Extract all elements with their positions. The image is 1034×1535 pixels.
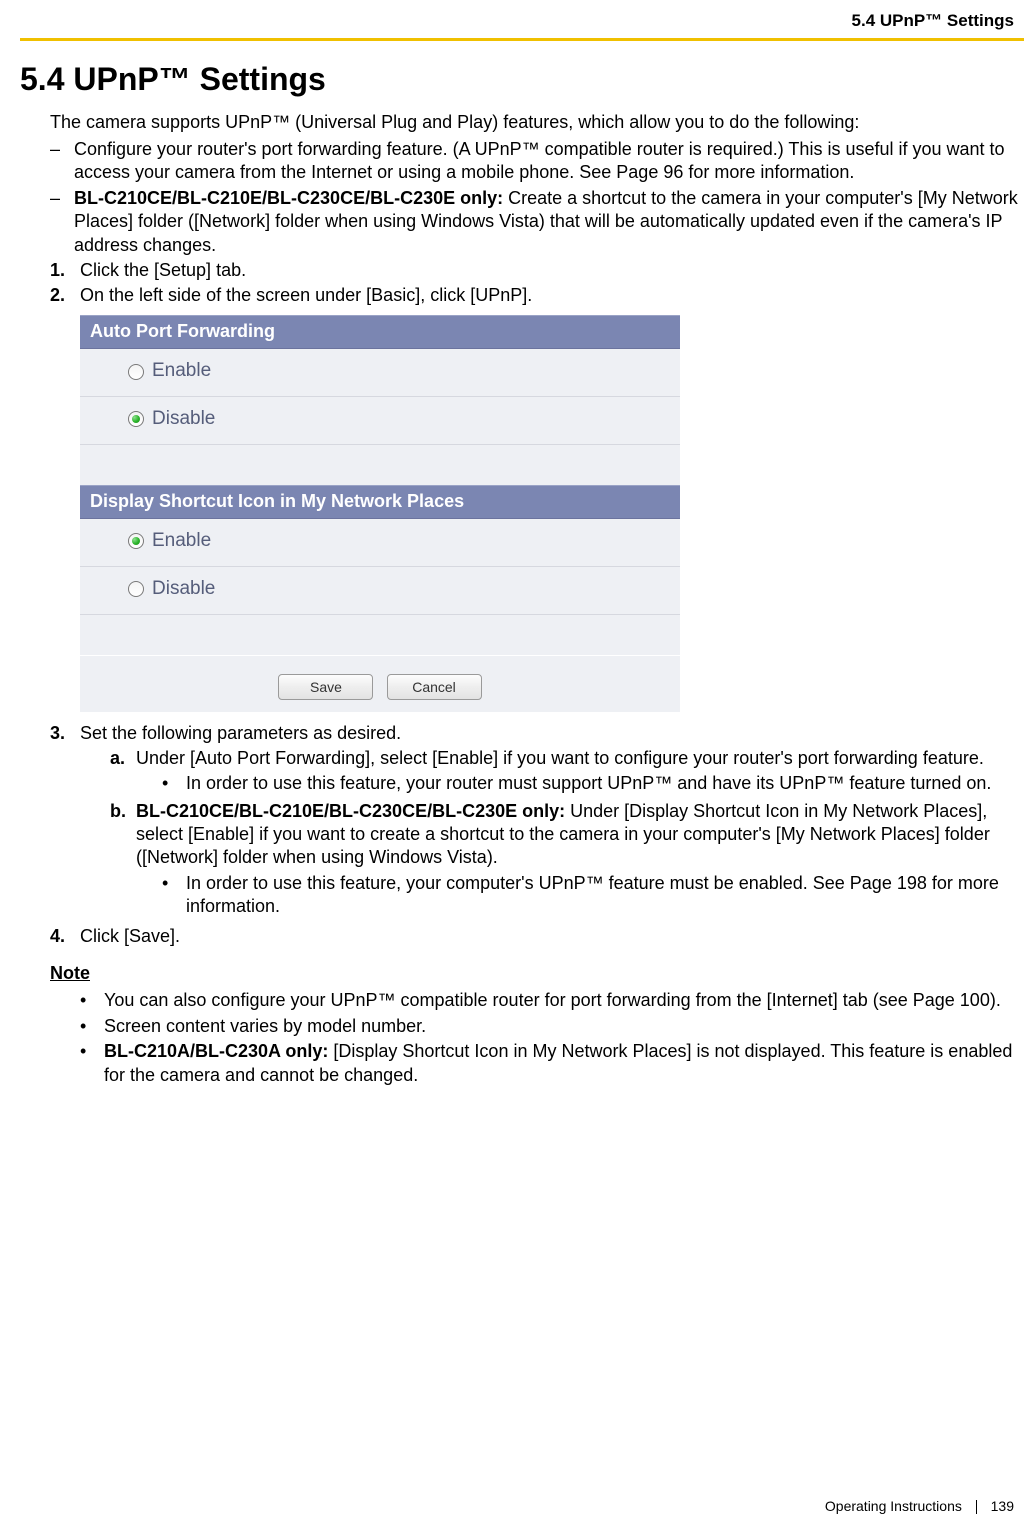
note-item-bold: BL-C210A/BL-C230A only: xyxy=(104,1041,328,1061)
cancel-button[interactable]: Cancel xyxy=(387,674,482,700)
dash-marker: – xyxy=(50,138,74,161)
bullet-marker: • xyxy=(162,872,186,895)
radio-label: Enable xyxy=(152,359,211,384)
display-shortcut-disable-radio[interactable]: Disable xyxy=(128,577,215,602)
substep-text: BL-C210CE/BL-C210E/BL-C230CE/BL-C230E on… xyxy=(136,801,990,868)
footer-page-number: 139 xyxy=(991,1498,1014,1514)
header-section-label: 5.4 UPnP™ Settings xyxy=(20,10,1024,32)
step-marker: 1. xyxy=(50,259,80,282)
header-rule xyxy=(20,38,1024,41)
substep-b-body: BL-C210CE/BL-C210E/BL-C230CE/BL-C230E on… xyxy=(136,800,1024,921)
auto-port-forwarding-disable-radio[interactable]: Disable xyxy=(128,407,215,432)
step-marker: 3. xyxy=(50,722,80,745)
upnp-settings-panel: Auto Port Forwarding Enable Disable Disp xyxy=(80,314,680,712)
substep-b: b. BL-C210CE/BL-C210E/BL-C230CE/BL-C230E… xyxy=(110,800,1024,921)
substep-text: Under [Auto Port Forwarding], select [En… xyxy=(136,748,984,768)
panel-spacer xyxy=(80,615,680,655)
display-shortcut-enable-radio[interactable]: Enable xyxy=(128,529,211,554)
step-2: 2. On the left side of the screen under … xyxy=(50,284,1024,307)
page-footer: Operating Instructions 139 xyxy=(825,1497,1014,1515)
radio-icon xyxy=(128,364,144,380)
panel-header-auto-port-forwarding: Auto Port Forwarding xyxy=(80,315,680,349)
note-heading: Note xyxy=(50,962,1024,985)
radio-label: Enable xyxy=(152,529,211,554)
sub-bullet-list: • In order to use this feature, your rou… xyxy=(162,772,1024,795)
radio-icon xyxy=(128,581,144,597)
panel-body-2: Enable Disable xyxy=(80,519,680,654)
feature-item: – BL-C210CE/BL-C210E/BL-C230CE/BL-C230E … xyxy=(50,187,1024,257)
step-text: Click the [Setup] tab. xyxy=(80,259,246,282)
steps-list-continued: 3. Set the following parameters as desir… xyxy=(50,722,1024,949)
substeps-list: a. Under [Auto Port Forwarding], select … xyxy=(110,747,1024,921)
note-item: • You can also configure your UPnP™ comp… xyxy=(80,989,1024,1012)
note-item: • BL-C210A/BL-C230A only: [Display Short… xyxy=(80,1040,1024,1087)
feature-item: – Configure your router's port forwardin… xyxy=(50,138,1024,185)
bullet-marker: • xyxy=(80,1015,104,1038)
step-marker: 4. xyxy=(50,925,80,948)
step-3-body: Set the following parameters as desired.… xyxy=(80,722,1024,923)
step-4: 4. Click [Save]. xyxy=(50,925,1024,948)
bullet-marker: • xyxy=(162,772,186,795)
auto-port-forwarding-disable-row: Disable xyxy=(80,397,680,445)
panel-header-display-shortcut: Display Shortcut Icon in My Network Plac… xyxy=(80,485,680,519)
sub-bullet-text: In order to use this feature, your route… xyxy=(186,772,991,795)
substep-marker: a. xyxy=(110,747,136,770)
display-shortcut-disable-row: Disable xyxy=(80,567,680,615)
sub-bullet-list: • In order to use this feature, your com… xyxy=(162,872,1024,919)
note-text: Screen content varies by model number. xyxy=(104,1015,426,1038)
sub-bullet-item: • In order to use this feature, your com… xyxy=(162,872,1024,919)
panel-body-1: Enable Disable xyxy=(80,349,680,484)
auto-port-forwarding-enable-radio[interactable]: Enable xyxy=(128,359,211,384)
intro-paragraph: The camera supports UPnP™ (Universal Plu… xyxy=(50,111,1024,134)
bullet-marker: • xyxy=(80,1040,104,1063)
dash-marker: – xyxy=(50,187,74,210)
note-list: • You can also configure your UPnP™ comp… xyxy=(80,989,1024,1087)
substep-marker: b. xyxy=(110,800,136,823)
note-text: BL-C210A/BL-C230A only: [Display Shortcu… xyxy=(104,1040,1024,1087)
page-heading: 5.4 UPnP™ Settings xyxy=(20,59,1024,101)
feature-item-text: Configure your router's port forwarding … xyxy=(74,138,1024,185)
feature-item-bold: BL-C210CE/BL-C210E/BL-C230CE/BL-C230E on… xyxy=(74,188,503,208)
radio-icon xyxy=(128,411,144,427)
steps-list: 1. Click the [Setup] tab. 2. On the left… xyxy=(50,259,1024,308)
step-text: Set the following parameters as desired. xyxy=(80,723,401,743)
step-1: 1. Click the [Setup] tab. xyxy=(50,259,1024,282)
radio-label: Disable xyxy=(152,577,215,602)
step-text: On the left side of the screen under [Ba… xyxy=(80,284,532,307)
feature-dash-list: – Configure your router's port forwardin… xyxy=(50,138,1024,257)
sub-bullet-item: • In order to use this feature, your rou… xyxy=(162,772,1024,795)
panel-footer: Save Cancel xyxy=(80,655,680,712)
step-3: 3. Set the following parameters as desir… xyxy=(50,722,1024,923)
display-shortcut-enable-row: Enable xyxy=(80,519,680,567)
footer-doc-title: Operating Instructions xyxy=(825,1498,962,1514)
substep-bold: BL-C210CE/BL-C210E/BL-C230CE/BL-C230E on… xyxy=(136,801,565,821)
feature-item-text: BL-C210CE/BL-C210E/BL-C230CE/BL-C230E on… xyxy=(74,187,1024,257)
note-item: • Screen content varies by model number. xyxy=(80,1015,1024,1038)
step-marker: 2. xyxy=(50,284,80,307)
sub-bullet-text: In order to use this feature, your compu… xyxy=(186,872,1024,919)
footer-separator xyxy=(976,1500,977,1514)
panel-spacer xyxy=(80,445,680,485)
substep-a-body: Under [Auto Port Forwarding], select [En… xyxy=(136,747,1024,798)
radio-label: Disable xyxy=(152,407,215,432)
auto-port-forwarding-enable-row: Enable xyxy=(80,349,680,397)
step-text: Click [Save]. xyxy=(80,925,180,948)
bullet-marker: • xyxy=(80,989,104,1012)
substep-a: a. Under [Auto Port Forwarding], select … xyxy=(110,747,1024,798)
note-text: You can also configure your UPnP™ compat… xyxy=(104,989,1001,1012)
save-button[interactable]: Save xyxy=(278,674,373,700)
radio-icon xyxy=(128,533,144,549)
